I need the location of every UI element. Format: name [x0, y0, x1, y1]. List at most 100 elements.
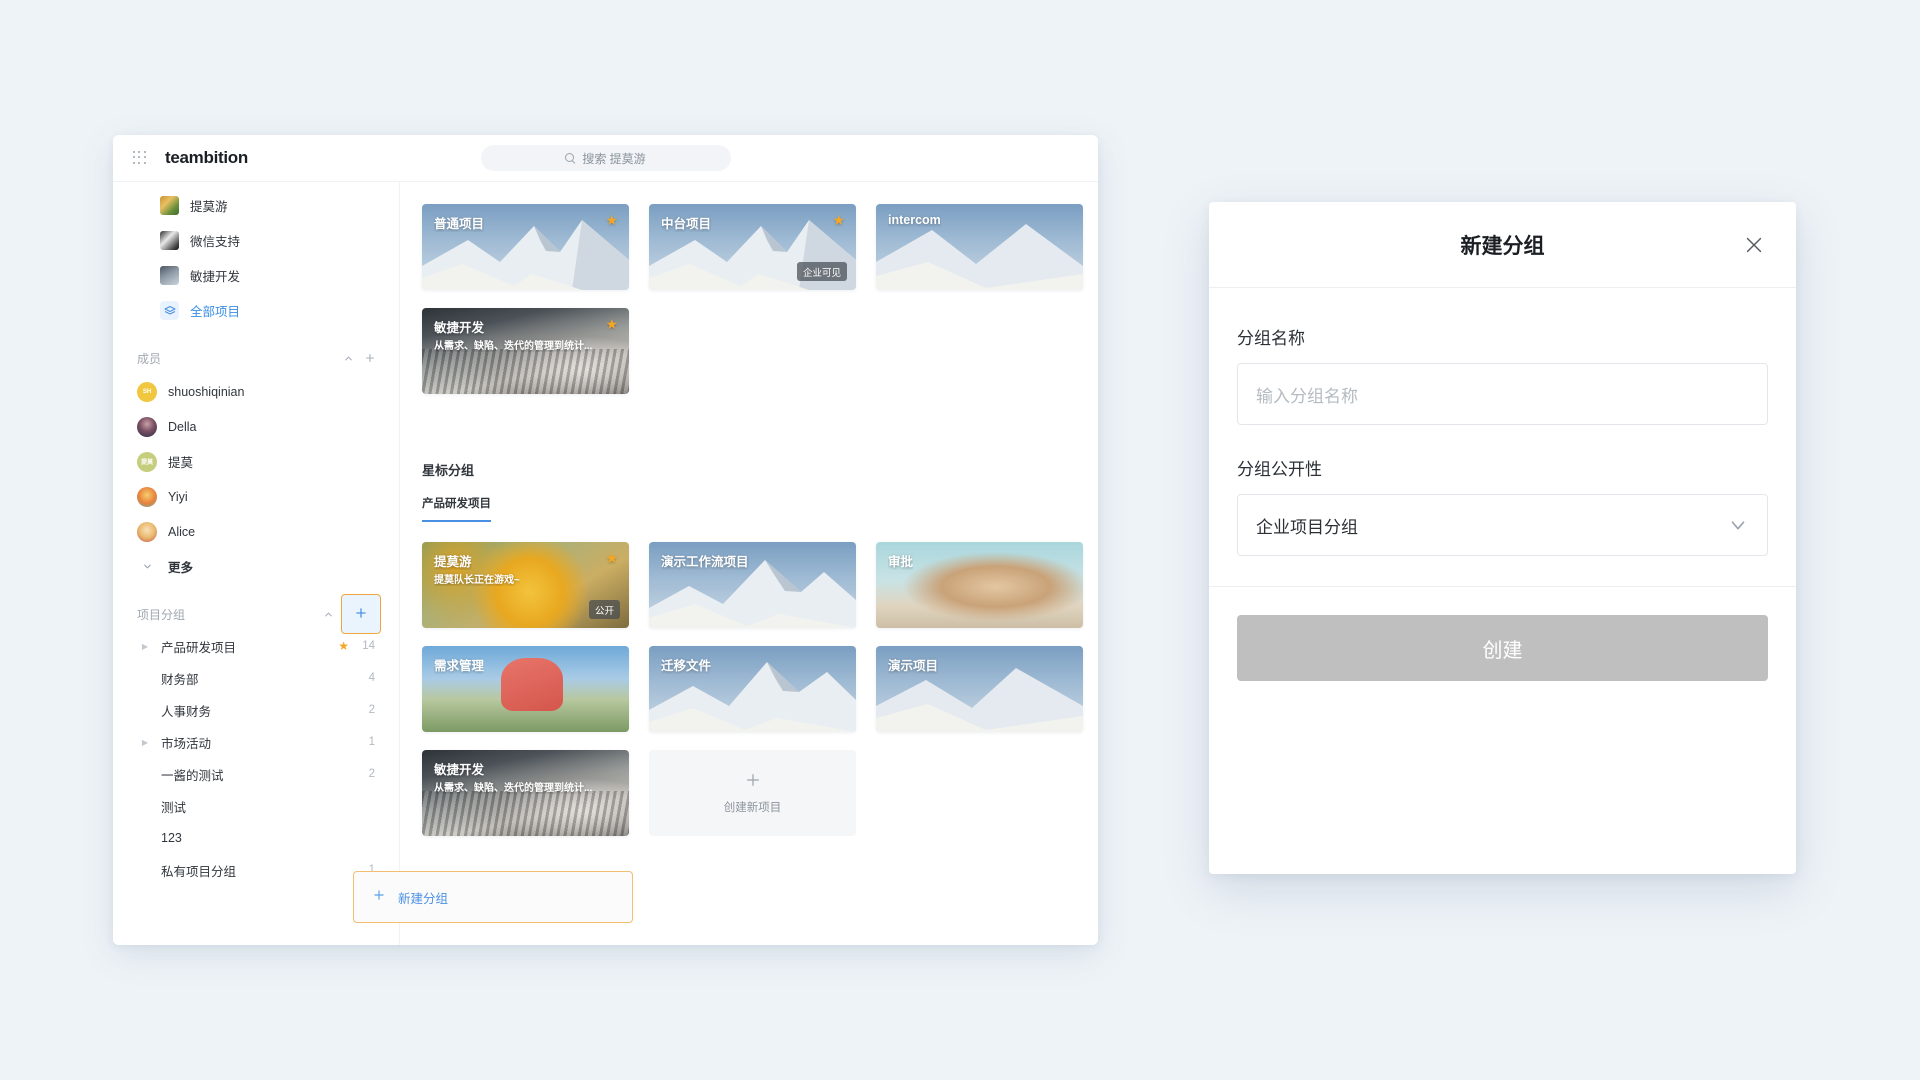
layers-icon — [160, 301, 179, 320]
project-card[interactable]: 敏捷开发 从需求、缺陷、迭代的管理到统计... ★ — [422, 308, 629, 394]
star-icon[interactable]: ★ — [605, 316, 618, 333]
project-thumb-agile-icon — [160, 266, 179, 285]
project-card[interactable]: 演示项目 — [876, 646, 1083, 732]
app-topbar: teambition 搜索 提莫游 — [113, 135, 1098, 182]
new-group-dialog: 新建分组 分组名称 输入分组名称 分组公开性 企业项目分组 创建 — [1209, 202, 1796, 874]
group-name-placeholder: 输入分组名称 — [1256, 386, 1358, 406]
sidebar-group-row[interactable]: 123 — [113, 822, 399, 854]
project-subtitle: 提莫队长正在游戏~ — [434, 575, 520, 586]
project-title: intercom — [888, 213, 941, 227]
project-card[interactable]: 审批 — [876, 542, 1083, 628]
avatar — [137, 416, 157, 437]
sidebar-member-shuoshiqinian[interactable]: SH shuoshiqinian — [113, 374, 399, 409]
group-visibility-select[interactable]: 企业项目分组 — [1237, 494, 1768, 556]
new-group-button[interactable]: 新建分组 — [353, 871, 633, 923]
sidebar-project-agile[interactable]: 敏捷开发 — [113, 258, 399, 293]
plus-icon — [354, 606, 368, 623]
project-card[interactable]: intercom — [876, 204, 1083, 290]
group-label: 一酱的测试 — [161, 768, 224, 783]
star-icon[interactable]: ★ — [605, 550, 618, 567]
member-label: Alice — [168, 524, 196, 539]
group-visibility-label: 分组公开性 — [1237, 460, 1322, 479]
project-card[interactable]: 需求管理 — [422, 646, 629, 732]
project-title: 提莫游 — [434, 555, 472, 569]
search-icon — [565, 152, 576, 164]
search-placeholder: 搜索 提莫游 — [582, 151, 646, 166]
group-count: 2 — [368, 704, 375, 716]
member-label: shuoshiqinian — [168, 384, 245, 399]
group-count: 14 — [362, 640, 375, 652]
group-tabs: 产品研发项目 — [400, 495, 1098, 522]
triangle-right-icon[interactable]: ▶ — [137, 642, 153, 651]
plus-icon — [745, 772, 761, 792]
avatar: 提莫 — [137, 451, 157, 472]
group-count: 2 — [368, 768, 375, 780]
dialog-footer: 创建 — [1209, 586, 1796, 681]
star-icon[interactable]: ★ — [605, 212, 618, 229]
group-count: 4 — [368, 672, 375, 684]
create-button[interactable]: 创建 — [1237, 615, 1768, 681]
project-title: 敏捷开发 — [434, 763, 485, 777]
sidebar-item-label: 全部项目 — [190, 305, 241, 319]
sidebar-project-label: 敏捷开发 — [190, 270, 241, 284]
sidebar-project-wechat[interactable]: 微信支持 — [113, 223, 399, 258]
groups-section-title: 项目分组 — [137, 607, 186, 622]
main-content: 普通项目 ★ 中台项目 ★ 企业可见 intercom 敏捷开发 从需求、缺陷、… — [400, 182, 1098, 945]
group-label: 人事财务 — [161, 704, 212, 719]
close-icon[interactable] — [1740, 231, 1768, 259]
project-card[interactable]: 普通项目 ★ — [422, 204, 629, 290]
project-subtitle: 从需求、缺陷、迭代的管理到统计... — [434, 341, 593, 352]
sidebar-group-row[interactable]: ▶ 产品研发项目 ★ 14 — [113, 630, 399, 662]
sidebar: 提莫游 微信支持 敏捷开发 全部项目 成员 SH shuoshiqinian D… — [113, 182, 400, 945]
new-group-label: 新建分组 — [398, 891, 449, 906]
project-card[interactable]: 迁移文件 — [649, 646, 856, 732]
triangle-right-icon[interactable]: ▶ — [137, 738, 153, 747]
project-title: 演示项目 — [888, 659, 939, 673]
sidebar-group-row[interactable]: ▶ 市场活动 1 — [113, 726, 399, 758]
group-label: 财务部 — [161, 672, 199, 687]
sidebar-group-row[interactable]: 测试 — [113, 790, 399, 822]
project-card[interactable]: 演示工作流项目 — [649, 542, 856, 628]
brand-logo[interactable]: teambition — [165, 148, 248, 168]
project-subtitle: 从需求、缺陷、迭代的管理到统计... — [434, 783, 593, 794]
chevron-down-icon — [1727, 514, 1749, 536]
tab-product-rnd[interactable]: 产品研发项目 — [422, 495, 491, 522]
avatar — [137, 486, 157, 507]
search-input[interactable]: 搜索 提莫游 — [480, 145, 731, 171]
sidebar-group-row[interactable]: 财务部 4 — [113, 662, 399, 694]
project-card[interactable]: 敏捷开发 从需求、缺陷、迭代的管理到统计... — [422, 750, 629, 836]
chevron-up-icon[interactable] — [337, 347, 359, 369]
sidebar-project-temo[interactable]: 提莫游 — [113, 188, 399, 223]
star-icon[interactable]: ★ — [338, 639, 349, 653]
member-label: Della — [168, 419, 197, 434]
dialog-body: 分组名称 输入分组名称 分组公开性 企业项目分组 — [1209, 288, 1796, 556]
star-icon[interactable]: ★ — [832, 212, 845, 229]
group-name-input[interactable]: 输入分组名称 — [1237, 363, 1768, 425]
sidebar-project-label: 微信支持 — [190, 235, 241, 249]
sidebar-item-all-projects[interactable]: 全部项目 — [113, 293, 399, 328]
project-title: 普通项目 — [434, 217, 485, 231]
sidebar-project-label: 提莫游 — [190, 200, 228, 214]
plus-icon — [372, 888, 386, 906]
sidebar-member-della[interactable]: Della — [113, 409, 399, 444]
sidebar-members-more[interactable]: 更多 — [113, 549, 399, 584]
chevron-up-icon[interactable] — [317, 603, 339, 625]
apps-grid-icon[interactable] — [133, 151, 147, 165]
avatar — [137, 521, 157, 542]
add-group-button[interactable] — [341, 594, 381, 634]
member-label: Yiyi — [168, 489, 188, 504]
sidebar-group-row[interactable]: 人事财务 2 — [113, 694, 399, 726]
sidebar-member-yiyi[interactable]: Yiyi — [113, 479, 399, 514]
status-badge: 企业可见 — [796, 262, 847, 281]
project-thumb-wechat-icon — [160, 231, 179, 250]
add-member-plus-icon[interactable] — [359, 347, 381, 369]
project-card[interactable]: 中台项目 ★ 企业可见 — [649, 204, 856, 290]
project-card[interactable]: 提莫游 提莫队长正在游戏~ ★ 公开 — [422, 542, 629, 628]
group-label: 产品研发项目 — [161, 640, 237, 655]
project-title: 需求管理 — [434, 659, 485, 673]
sidebar-member-temo[interactable]: 提莫 提莫 — [113, 444, 399, 479]
create-new-project-card[interactable]: 创建新项目 — [649, 750, 856, 836]
sidebar-member-alice[interactable]: Alice — [113, 514, 399, 549]
sidebar-group-row[interactable]: 一酱的测试 2 — [113, 758, 399, 790]
group-label: 市场活动 — [161, 736, 212, 751]
